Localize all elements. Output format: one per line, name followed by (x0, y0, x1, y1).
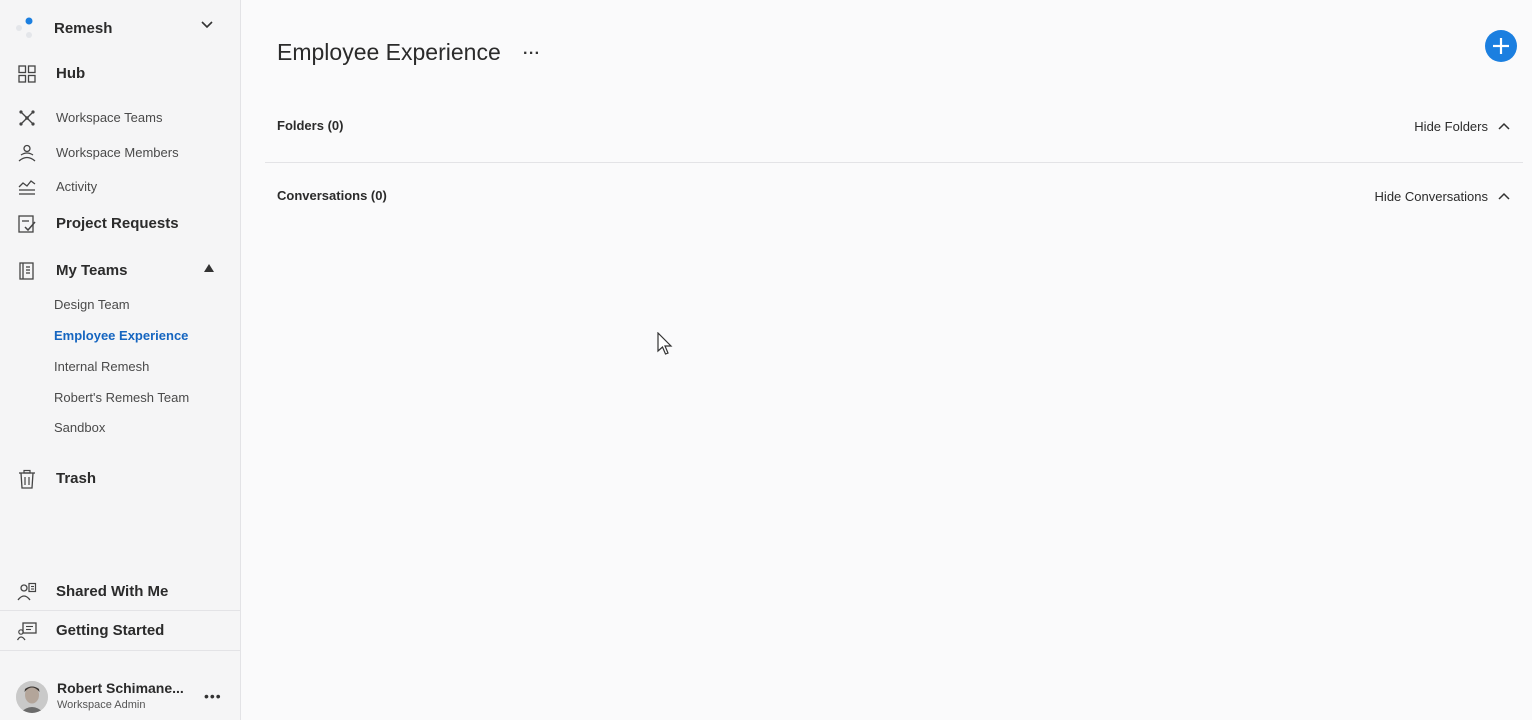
activity-icon (18, 180, 36, 195)
team-item-sandbox[interactable]: Sandbox (54, 420, 105, 435)
presenter-icon (17, 622, 37, 641)
main-content: Employee Experience ··· Folders (0) Hide… (241, 0, 1532, 720)
collapse-triangle-icon[interactable] (204, 264, 214, 272)
trash-icon (19, 469, 35, 489)
members-icon (18, 144, 36, 162)
page-title: Employee Experience (277, 39, 501, 65)
team-item-roberts-remesh-team[interactable]: Robert's Remesh Team (54, 390, 189, 405)
plus-icon (1493, 38, 1509, 54)
avatar (16, 681, 48, 713)
hide-folders-button[interactable]: Hide Folders (1414, 116, 1510, 136)
sidebar-divider (0, 650, 240, 651)
avatar-face-icon (16, 681, 48, 713)
team-item-design-team[interactable]: Design Team (54, 297, 130, 312)
nav-hub[interactable]: Hub (0, 59, 240, 89)
nav-workspace-teams-label: Workspace Teams (56, 110, 163, 125)
nav-activity-label: Activity (56, 179, 98, 194)
nav-trash-label: Trash (56, 470, 97, 487)
user-role: Workspace Admin (57, 699, 146, 711)
chevron-up-icon (1498, 192, 1510, 200)
conversations-section-label: Conversations (0) (277, 188, 387, 203)
sidebar-divider (0, 610, 240, 611)
folders-section-label: Folders (0) (277, 118, 344, 133)
checklist-icon (18, 215, 36, 233)
more-options-icon[interactable]: ··· (523, 45, 540, 63)
chevron-up-icon (1498, 122, 1510, 130)
nav-getting-started-label: Getting Started (56, 622, 165, 639)
shared-user-icon (17, 582, 37, 601)
nav-workspace-members[interactable]: Workspace Members (0, 138, 240, 168)
team-item-employee-experience[interactable]: Employee Experience (54, 328, 188, 343)
workspace-name: Remesh (54, 20, 113, 37)
teams-network-icon (19, 110, 35, 126)
nav-workspace-members-label: Workspace Members (56, 145, 179, 160)
hide-folders-label: Hide Folders (1414, 118, 1488, 134)
nav-my-teams-label: My Teams (56, 262, 128, 279)
team-item-internal-remesh[interactable]: Internal Remesh (54, 359, 149, 374)
nav-getting-started[interactable]: Getting Started (0, 616, 240, 646)
nav-my-teams[interactable]: My Teams (0, 256, 240, 286)
nav-trash[interactable]: Trash (0, 464, 240, 494)
nav-shared-with-me[interactable]: Shared With Me (0, 577, 240, 607)
nav-workspace-teams[interactable]: Workspace Teams (0, 103, 240, 133)
sidebar: Remesh Hub Workspace Teams Workspace Mem… (0, 0, 241, 720)
notebook-icon (19, 262, 34, 280)
user-more-menu-icon[interactable]: ••• (204, 688, 222, 704)
section-divider (265, 162, 1523, 163)
chevron-down-icon[interactable] (200, 18, 214, 32)
add-button[interactable] (1485, 30, 1517, 62)
nav-activity[interactable]: Activity (0, 172, 240, 202)
nav-project-requests-label: Project Requests (56, 215, 179, 232)
workspace-switcher[interactable]: Remesh (0, 12, 240, 44)
mouse-cursor-icon (657, 332, 673, 355)
nav-hub-label: Hub (56, 65, 86, 82)
nav-project-requests[interactable]: Project Requests (0, 209, 240, 239)
user-name: Robert Schimane... (57, 680, 184, 696)
grid-icon (18, 65, 36, 83)
user-profile[interactable]: Robert Schimane... Workspace Admin ••• (0, 672, 240, 718)
hide-conversations-button[interactable]: Hide Conversations (1375, 186, 1510, 206)
nav-shared-with-me-label: Shared With Me (56, 583, 169, 600)
hide-conversations-label: Hide Conversations (1374, 188, 1488, 204)
remesh-logo-icon (16, 17, 33, 38)
